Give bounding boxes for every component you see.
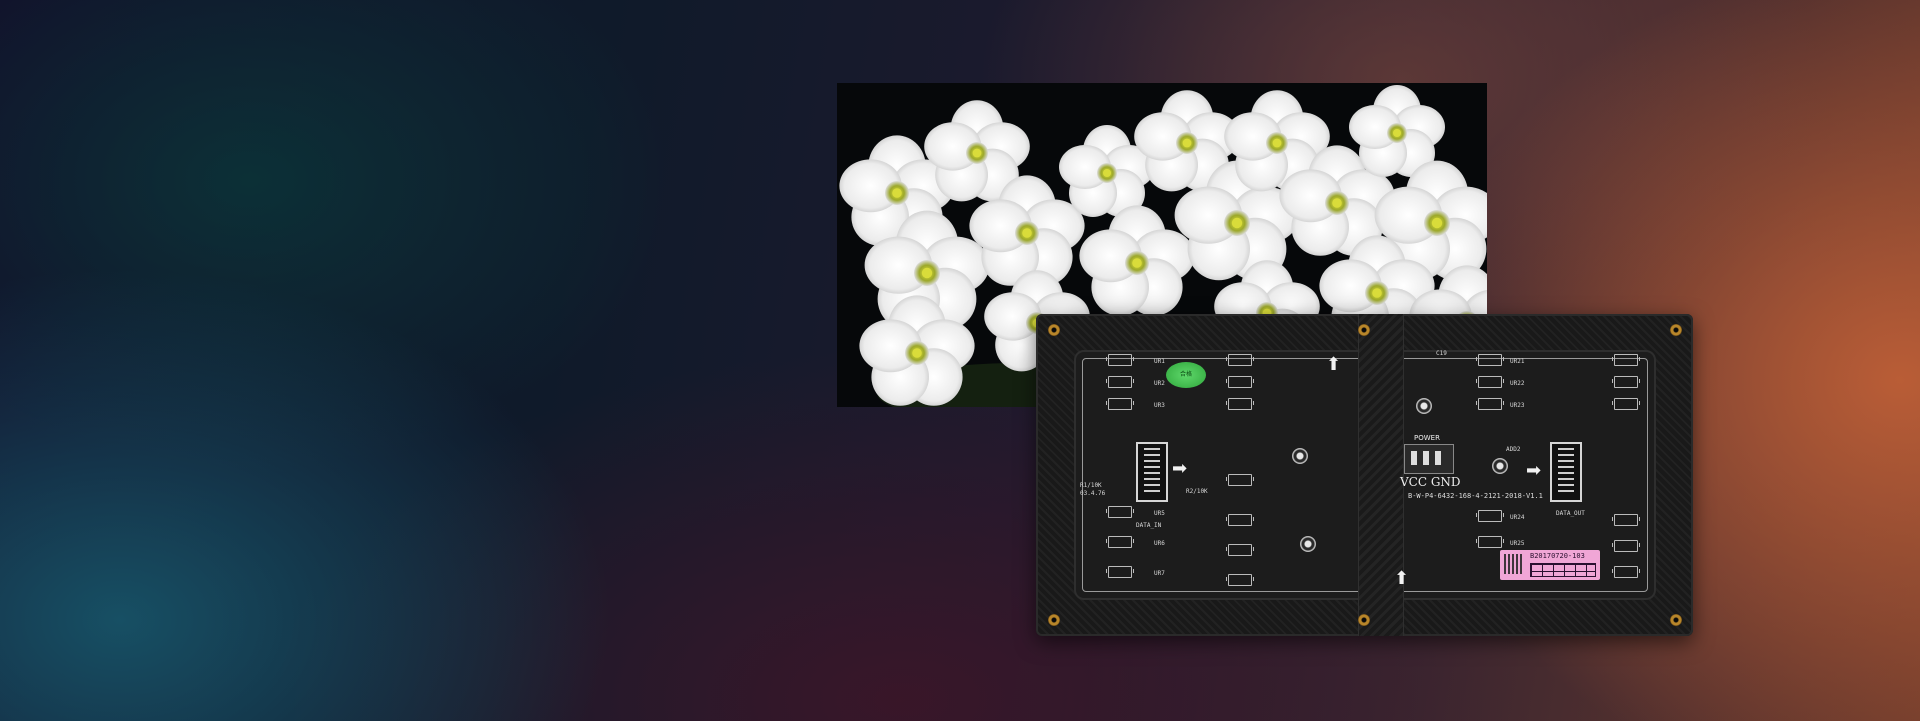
capacitor <box>1416 398 1432 414</box>
screw-icon <box>1670 614 1682 626</box>
arrow-right-icon: ➡ <box>1526 460 1542 481</box>
ic-chip <box>1106 536 1134 548</box>
designator-label: UR3 <box>1154 402 1165 409</box>
screw-icon <box>1358 614 1370 626</box>
resistor-label: R1/10K <box>1080 482 1102 489</box>
ic-chip <box>1612 514 1640 526</box>
designator-label: UR7 <box>1154 570 1165 577</box>
data-out-label: DATA_OUT <box>1556 510 1585 517</box>
ic-chip <box>1106 506 1134 518</box>
designator-label: UR6 <box>1154 540 1165 547</box>
ic-chip <box>1612 354 1640 366</box>
date-label: 03.4.76 <box>1080 490 1106 497</box>
ic-chip <box>1106 398 1134 410</box>
designator-label: UR22 <box>1510 380 1525 387</box>
designator-label: ADD2 <box>1506 446 1521 453</box>
designator-label: UR24 <box>1510 514 1525 521</box>
inspection-grid <box>1530 563 1596 577</box>
screw-icon <box>1048 324 1060 336</box>
data-in-connector <box>1136 442 1168 502</box>
serial-label: B20170720-103 <box>1500 550 1600 580</box>
capacitor <box>1300 536 1316 552</box>
arrow-up-icon: ⬆ <box>1394 568 1410 589</box>
ic-chip <box>1612 566 1640 578</box>
power-label: POWER <box>1414 434 1440 442</box>
ic-chip <box>1612 540 1640 552</box>
ic-chip <box>1106 566 1134 578</box>
ic-chip <box>1476 354 1504 366</box>
screw-icon <box>1670 324 1682 336</box>
power-connector <box>1404 444 1454 474</box>
arrow-right-icon: ➡ <box>1172 458 1188 479</box>
designator-label: UR5 <box>1154 510 1165 517</box>
ic-chip <box>1226 514 1254 526</box>
vcc-gnd-label: VCC GND <box>1400 475 1461 489</box>
data-out-connector <box>1550 442 1582 502</box>
screw-icon <box>1048 614 1060 626</box>
designator-label: UR21 <box>1510 358 1525 365</box>
ic-chip <box>1226 398 1254 410</box>
ic-chip <box>1476 510 1504 522</box>
ic-chip <box>1476 376 1504 388</box>
capacitor <box>1292 448 1308 464</box>
data-in-label: DATA_IN <box>1136 522 1162 529</box>
ic-chip <box>1226 474 1254 486</box>
ic-chip <box>1226 544 1254 556</box>
ic-chip <box>1226 354 1254 366</box>
ic-chip <box>1612 376 1640 388</box>
ic-chip <box>1106 354 1134 366</box>
designator-label: UR2 <box>1154 380 1165 387</box>
qr-code-icon <box>1504 554 1524 574</box>
screw-icon <box>1358 324 1370 336</box>
board-code: B-W-P4-6432-168-4-2121-2018-V1.1 <box>1408 492 1543 500</box>
designator-label: UR1 <box>1154 358 1165 365</box>
designator-label: C19 <box>1436 350 1447 357</box>
designator-label: UR25 <box>1510 540 1525 547</box>
designator-label: UR23 <box>1510 402 1525 409</box>
qc-sticker: 合格 <box>1166 362 1206 388</box>
serial-number: B20170720-103 <box>1530 552 1585 560</box>
led-module-panel: UR1 UR2 UR3 UR5 UR6 UR7 R1/10K 03.4.76 R… <box>1036 314 1693 636</box>
arrow-up-icon: ⬆ <box>1326 354 1342 375</box>
ic-chip <box>1476 536 1504 548</box>
ic-chip <box>1226 574 1254 586</box>
ic-chip <box>1106 376 1134 388</box>
ic-chip <box>1612 398 1640 410</box>
ic-chip <box>1476 398 1504 410</box>
resistor-label: R2/10K <box>1186 488 1208 495</box>
ic-chip <box>1226 376 1254 388</box>
capacitor <box>1492 458 1508 474</box>
